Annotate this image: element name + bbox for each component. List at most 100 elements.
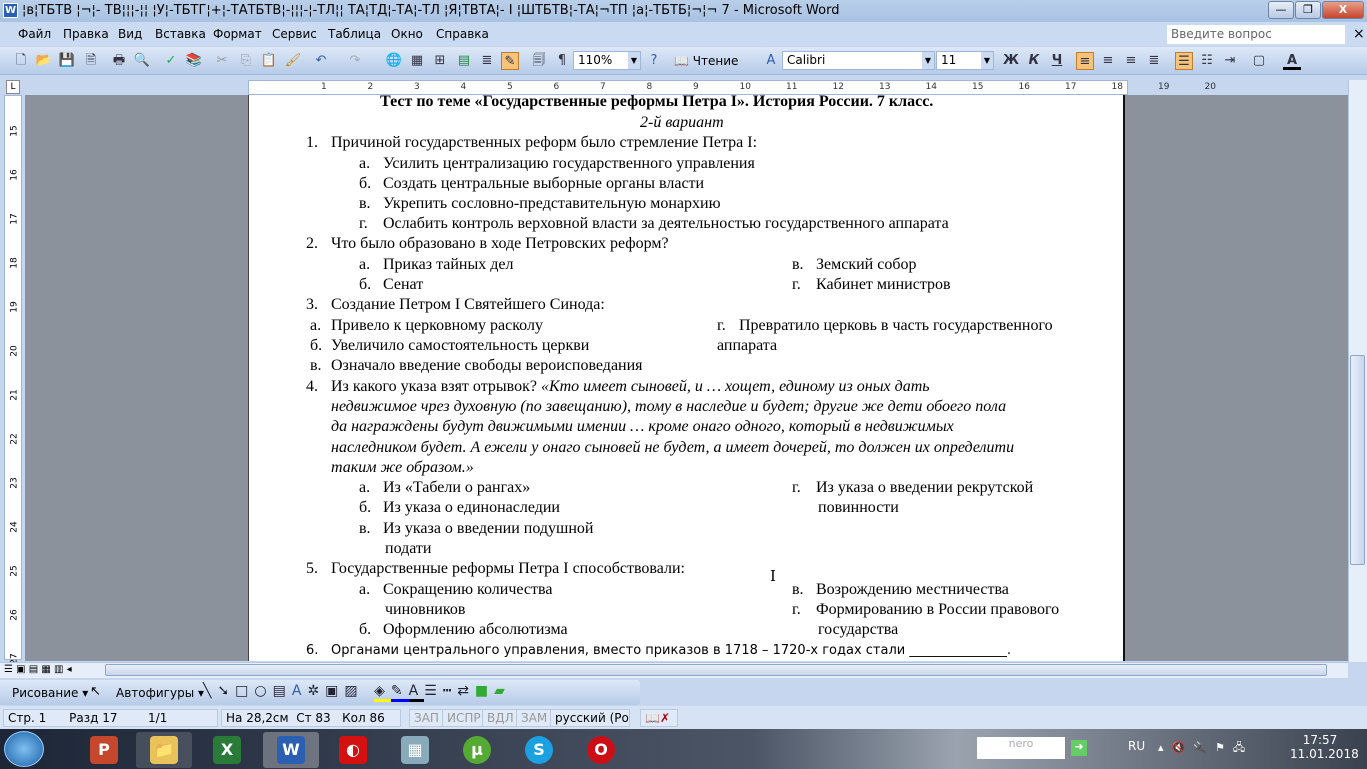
- drawing-tools[interactable]: ╲➘□○▤A✲▣▨ ◈✎A☰┅⇄■▰: [203, 683, 511, 702]
- start-button[interactable]: [4, 731, 44, 767]
- menu-view[interactable]: Вид: [118, 27, 142, 41]
- arrow-style-icon[interactable]: ⇄: [457, 683, 475, 699]
- status-overtype[interactable]: ЗАМ: [516, 709, 553, 727]
- insert-table-icon[interactable]: ⊞: [431, 52, 449, 70]
- justify-icon[interactable]: ≣: [1145, 52, 1163, 70]
- textbox-icon[interactable]: ▤: [273, 683, 292, 699]
- bullets-icon[interactable]: ☷: [1198, 52, 1216, 70]
- print-preview-icon[interactable]: 🔍: [133, 52, 151, 70]
- menu-format[interactable]: Формат: [213, 27, 262, 41]
- shadow-icon[interactable]: ■: [475, 683, 494, 699]
- font-color-icon[interactable]: A: [1283, 52, 1301, 70]
- nero-toolbar[interactable]: nero: [977, 737, 1065, 759]
- status-track-changes[interactable]: ИСПР: [442, 709, 486, 727]
- align-center-icon[interactable]: ≡: [1099, 52, 1117, 70]
- columns-icon[interactable]: ≣: [478, 52, 496, 70]
- cut-icon[interactable]: ✂: [213, 52, 231, 70]
- dash-style-icon[interactable]: ┅: [443, 683, 457, 699]
- minimize-button[interactable]: —: [1268, 1, 1294, 19]
- status-language[interactable]: русский (Ро: [550, 709, 630, 727]
- borders-icon[interactable]: ▢: [1250, 52, 1268, 70]
- tables-borders-icon[interactable]: ▦: [408, 52, 426, 70]
- word-app-icon[interactable]: W: [3, 3, 18, 18]
- network-icon[interactable]: 🖧: [1233, 741, 1253, 754]
- taskbar-word[interactable]: W: [263, 732, 319, 768]
- bold-button[interactable]: Ж: [1002, 52, 1020, 70]
- language-indicator[interactable]: RU: [1128, 739, 1145, 753]
- increase-indent-icon[interactable]: ⇥: [1221, 52, 1239, 70]
- select-objects-icon[interactable]: ↖: [90, 684, 101, 699]
- line-color-icon[interactable]: ✎: [390, 683, 409, 702]
- chevron-down-icon[interactable]: ▼: [628, 52, 640, 69]
- taskbar-skype[interactable]: S: [511, 732, 567, 768]
- diagram-icon[interactable]: ✲: [307, 683, 325, 699]
- vertical-scroll-thumb[interactable]: [1350, 355, 1365, 565]
- restore-button[interactable]: ❐: [1295, 1, 1321, 19]
- nero-go-icon[interactable]: ➜: [1071, 740, 1087, 756]
- taskbar-explorer[interactable]: 📁: [136, 732, 192, 768]
- taskbar-opera[interactable]: O: [573, 732, 629, 768]
- save-icon[interactable]: 💾: [58, 52, 76, 70]
- italic-button[interactable]: К: [1025, 52, 1043, 70]
- new-document-icon[interactable]: 🗋: [12, 52, 30, 70]
- taskbar-utorrent[interactable]: µ: [449, 732, 505, 768]
- font-color-icon[interactable]: A: [408, 683, 425, 702]
- oval-icon[interactable]: ○: [254, 683, 272, 699]
- clipart-icon[interactable]: ▣: [325, 683, 344, 699]
- research-icon[interactable]: 📚: [185, 52, 203, 70]
- insert-excel-icon[interactable]: ▤: [455, 52, 473, 70]
- taskbar-excel[interactable]: X: [199, 732, 255, 768]
- redo-icon[interactable]: ↷: [346, 52, 364, 70]
- open-icon[interactable]: 📂: [35, 52, 53, 70]
- arrow-icon[interactable]: ➘: [217, 683, 235, 699]
- menu-table[interactable]: Таблица: [328, 27, 381, 41]
- hyperlink-icon[interactable]: 🌐: [385, 52, 403, 70]
- show-hidden-icon[interactable]: ▴: [1158, 741, 1172, 754]
- font-size-select[interactable]: 11 ▼: [936, 51, 994, 70]
- menu-file[interactable]: Файл: [18, 27, 51, 41]
- font-select[interactable]: Calibri ▼: [782, 51, 935, 70]
- copy-icon[interactable]: ⎘: [237, 52, 255, 70]
- clock[interactable]: 17:57 11.01.2018: [1290, 733, 1359, 761]
- picture-icon[interactable]: ▨: [344, 683, 363, 699]
- zoom-select[interactable]: 110% ▼: [573, 51, 641, 70]
- rectangle-icon[interactable]: □: [235, 683, 254, 699]
- tab-selector[interactable]: L: [6, 80, 20, 94]
- help-icon[interactable]: ?: [645, 52, 663, 70]
- chevron-down-icon[interactable]: ▼: [981, 52, 993, 69]
- taskbar-powerpoint[interactable]: P: [76, 732, 132, 768]
- menu-tools[interactable]: Сервис: [272, 27, 317, 41]
- menu-help[interactable]: Справка: [436, 27, 489, 41]
- undo-icon[interactable]: ↶: [312, 52, 330, 70]
- document-map-icon[interactable]: 🗐: [530, 52, 548, 70]
- menu-window[interactable]: Окно: [391, 27, 423, 41]
- reading-mode-button[interactable]: 📖 Чтение: [674, 54, 738, 68]
- close-button[interactable]: X: [1322, 1, 1364, 19]
- horizontal-scroll-thumb[interactable]: [105, 664, 1327, 676]
- taskbar-calculator[interactable]: ▦: [387, 732, 443, 768]
- underline-button[interactable]: Ч: [1048, 52, 1066, 70]
- help-search-input[interactable]: Введите вопрос: [1167, 25, 1345, 44]
- line-icon[interactable]: ╲: [203, 683, 217, 699]
- drawing-toggle-icon[interactable]: ✎: [501, 52, 519, 70]
- action-center-icon[interactable]: ⚑: [1215, 741, 1233, 754]
- drawing-menu[interactable]: Рисование ▾: [12, 686, 88, 700]
- show-formatting-icon[interactable]: ¶: [553, 52, 571, 70]
- numbering-icon[interactable]: ☰: [1175, 52, 1193, 70]
- align-left-icon[interactable]: ≡: [1076, 52, 1094, 70]
- vertical-ruler[interactable]: 15 16 17 18 19 20 21 22 23 24 25 26 27: [4, 95, 22, 665]
- styles-icon[interactable]: A: [762, 52, 780, 70]
- spelling-status-icon[interactable]: 📖✗: [640, 709, 678, 727]
- line-style-icon[interactable]: ☰: [424, 683, 443, 699]
- print-icon[interactable]: 🖶: [110, 52, 128, 70]
- view-buttons[interactable]: ☰ ▣ ▤ ▦ ▥ ◂: [4, 664, 72, 675]
- spelling-icon[interactable]: ✓: [162, 52, 180, 70]
- align-right-icon[interactable]: ≡: [1122, 52, 1140, 70]
- format-painter-icon[interactable]: 🖌: [284, 52, 302, 70]
- status-extend[interactable]: ВДЛ: [482, 709, 519, 727]
- fill-color-icon[interactable]: ◈: [374, 683, 391, 702]
- permission-icon[interactable]: 🗎: [82, 52, 100, 70]
- menu-insert[interactable]: Вставка: [155, 27, 206, 41]
- close-document-button[interactable]: ×: [1353, 26, 1365, 42]
- volume-muted-icon[interactable]: 🔇: [1172, 741, 1194, 754]
